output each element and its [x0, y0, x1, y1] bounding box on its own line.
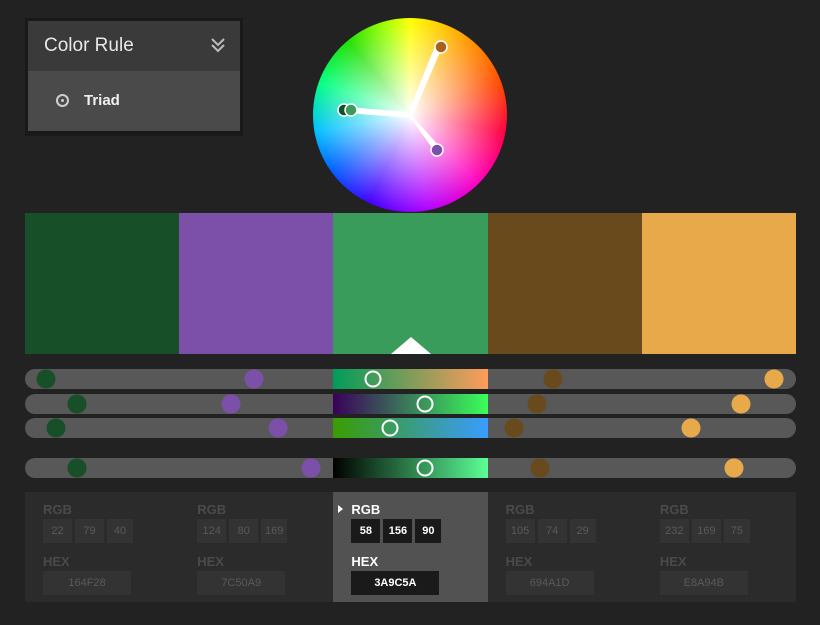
wheel-marker-green — [344, 103, 358, 117]
rgb-r-field[interactable]: 232 — [659, 519, 689, 543]
swatch-4[interactable] — [487, 213, 642, 354]
slider-dot-4[interactable] — [527, 394, 547, 414]
slider-dot-5[interactable] — [731, 394, 751, 414]
slider-track-blue[interactable] — [25, 418, 796, 438]
slider-track-green[interactable] — [25, 394, 796, 414]
slider-dot-5[interactable] — [724, 458, 744, 478]
hex-field[interactable]: 164F28 — [43, 571, 131, 595]
color-rule-option-triad[interactable]: Triad — [84, 92, 120, 109]
rgb-b-field[interactable]: 169 — [261, 519, 288, 543]
rgb-label: RGB — [197, 502, 227, 517]
slider-dot-2[interactable] — [268, 418, 288, 438]
slider-dot-2[interactable] — [244, 369, 264, 389]
slider-dot-4[interactable] — [543, 369, 563, 389]
rgb-b-field[interactable]: 29 — [569, 519, 596, 543]
active-arrow-icon — [338, 505, 344, 513]
hex-label: HEX — [505, 554, 533, 569]
hex-label: HEX — [351, 554, 379, 569]
slider-dot-1[interactable] — [46, 418, 66, 438]
rgb-b-field[interactable]: 40 — [107, 519, 133, 543]
swatch-5[interactable] — [641, 213, 797, 354]
color-values-4: RGB 105 74 29 HEX 694A1D — [488, 492, 642, 602]
color-wheel[interactable] — [313, 18, 507, 212]
slider-handle-green[interactable] — [416, 395, 434, 413]
slider-gradient-blue[interactable] — [333, 418, 488, 438]
rgb-b-field[interactable]: 75 — [723, 519, 750, 543]
slider-handle-brightness[interactable] — [416, 459, 434, 477]
rgb-r-field[interactable]: 124 — [197, 519, 227, 543]
color-rule-title: Color Rule — [44, 35, 134, 56]
slider-gradient-brightness[interactable] — [333, 458, 488, 478]
color-wheel-graphic[interactable] — [313, 18, 507, 212]
rgb-label: RGB — [43, 502, 72, 517]
rgb-label: RGB — [659, 502, 689, 517]
rgb-g-field[interactable]: 156 — [383, 519, 413, 543]
slider-dot-5[interactable] — [681, 418, 701, 438]
color-values-panel: RGB 22 79 40 HEX 164F28 RGB 124 80 169 H… — [25, 492, 796, 602]
slider-dot-2[interactable] — [301, 458, 321, 478]
hex-label: HEX — [197, 554, 224, 569]
rgb-r-field[interactable]: 22 — [43, 519, 72, 543]
wheel-marker-purple — [430, 143, 444, 157]
hex-field[interactable]: 694A1D — [505, 571, 594, 595]
rgb-g-field[interactable]: 74 — [537, 519, 567, 543]
slider-dot-1[interactable] — [67, 458, 87, 478]
color-values-5: RGB 232 169 75 HEX E8A94B — [642, 492, 796, 602]
slider-dot-1[interactable] — [67, 394, 87, 414]
wheel-marker-brown — [434, 40, 448, 54]
swatch-3-active[interactable] — [333, 213, 488, 354]
hex-field[interactable]: 7C50A9 — [197, 571, 286, 595]
rgb-g-field[interactable]: 169 — [691, 519, 721, 543]
slider-track-brightness[interactable] — [25, 458, 796, 478]
swatch-2[interactable] — [179, 213, 334, 354]
swatch-strip — [25, 213, 797, 354]
slider-dot-4[interactable] — [504, 418, 524, 438]
swatch-1[interactable] — [25, 213, 180, 354]
color-values-1: RGB 22 79 40 HEX 164F28 — [25, 492, 179, 602]
color-values-2: RGB 124 80 169 HEX 7C50A9 — [179, 492, 333, 602]
radio-selected-icon[interactable] — [56, 94, 69, 107]
color-rule-panel: Color Rule Triad — [25, 18, 243, 136]
slider-dot-2[interactable] — [221, 394, 241, 414]
rgb-label: RGB — [505, 502, 535, 517]
active-swatch-triangle-icon — [390, 337, 431, 354]
double-chevron-down-icon[interactable] — [210, 36, 226, 54]
rgb-r-field[interactable]: 58 — [351, 519, 381, 543]
slider-gradient-green[interactable] — [333, 394, 488, 414]
slider-track-red[interactable] — [25, 369, 796, 389]
slider-handle-red[interactable] — [364, 370, 382, 388]
hex-label: HEX — [659, 554, 687, 569]
slider-dot-1[interactable] — [36, 369, 56, 389]
slider-dot-5[interactable] — [764, 369, 784, 389]
rgb-g-field[interactable]: 80 — [229, 519, 259, 543]
hex-label: HEX — [43, 554, 70, 569]
rgb-g-field[interactable]: 79 — [75, 519, 104, 543]
rgb-label: RGB — [351, 502, 381, 517]
rgb-r-field[interactable]: 105 — [505, 519, 535, 543]
hex-field[interactable]: E8A94B — [659, 571, 748, 595]
color-values-3-active: RGB 58 156 90 HEX 3A9C5A — [333, 492, 488, 602]
color-rule-option-row[interactable]: Triad — [28, 71, 240, 131]
rgb-b-field[interactable]: 90 — [415, 519, 442, 543]
color-rule-dropdown-header[interactable]: Color Rule — [28, 21, 240, 71]
slider-handle-blue[interactable] — [381, 419, 399, 437]
slider-gradient-red[interactable] — [333, 369, 488, 389]
slider-dot-4[interactable] — [530, 458, 550, 478]
hex-field[interactable]: 3A9C5A — [351, 571, 440, 595]
